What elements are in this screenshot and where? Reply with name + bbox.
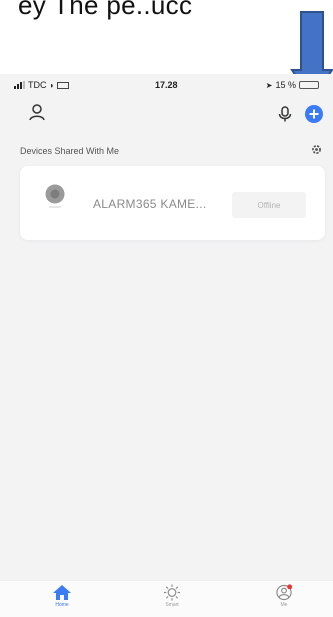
tab-bar: Home Smart Me [0, 580, 333, 617]
device-name: ALARM365 KAME... [93, 197, 207, 211]
status-left: TDC ◗ [14, 80, 70, 90]
status-time: 17.28 [155, 80, 178, 90]
status-right: ➤ 15 % [266, 80, 319, 90]
status-bar: TDC ◗ 17.28 ➤ 15 % [0, 74, 333, 94]
battery-percent: 15 % [275, 80, 296, 90]
profile-button[interactable] [27, 102, 47, 122]
add-device-button[interactable] [303, 103, 325, 125]
wifi-icon: ◗ [49, 80, 55, 90]
battery-icon [299, 81, 319, 89]
voice-button[interactable] [276, 104, 294, 124]
section-title: Devices Shared With Me [20, 146, 120, 156]
tab-me[interactable]: Me [254, 584, 314, 608]
device-card[interactable]: ALARM365 KAME... Offline [20, 166, 325, 240]
profile-icon [276, 584, 293, 601]
app-screen: TDC ◗ 17.28 ➤ 15 % Devices Shared With M… [0, 74, 333, 617]
plus-circle-icon [305, 105, 323, 123]
section-settings-button[interactable] [310, 143, 323, 161]
vpn-icon [57, 81, 70, 89]
tab-smart-label: Smart [165, 602, 179, 608]
carrier-label: TDC [28, 80, 47, 90]
signal-icon [14, 81, 25, 89]
tab-home-label: Home [55, 602, 69, 608]
tab-me-label: Me [280, 602, 288, 608]
location-icon: ➤ [265, 80, 273, 90]
camera-icon [45, 184, 65, 208]
gear-icon [312, 145, 321, 154]
tab-home[interactable]: Home [32, 584, 92, 608]
home-icon [53, 585, 71, 600]
tab-smart[interactable]: Smart [142, 584, 202, 608]
microphone-icon [278, 106, 292, 122]
sun-icon [163, 584, 181, 601]
top-bar [0, 98, 333, 126]
user-icon [29, 104, 45, 121]
caption-text: ey The pe..ucc [18, 0, 193, 20]
device-status-badge: Offline [232, 192, 306, 218]
